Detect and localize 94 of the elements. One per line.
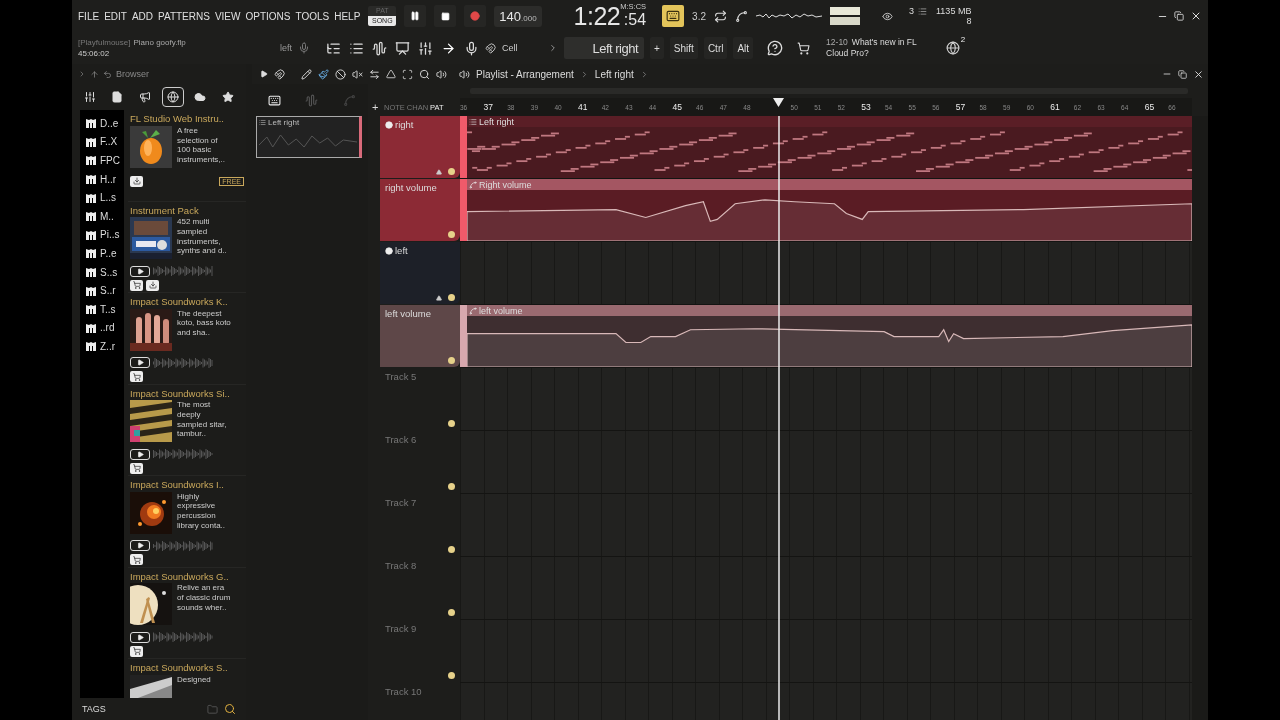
track-header[interactable]: left volume	[380, 305, 460, 367]
snap-selector[interactable]: Cell	[502, 43, 542, 53]
menu-item[interactable]: FILE	[78, 10, 100, 22]
pattern-clip-label: Left right	[268, 118, 300, 127]
automation-clip[interactable]: left volume	[460, 305, 1192, 367]
bar-number: 41	[578, 102, 588, 112]
notification-count: 2	[960, 35, 966, 44]
menu-item[interactable]: PATTERNS	[158, 10, 210, 22]
bar-number: 57	[955, 102, 966, 112]
menu-item[interactable]: VIEW	[214, 10, 241, 22]
project-file-name: Piano goofy.flp	[133, 38, 186, 47]
window-title: Playlist - Arrangement	[476, 68, 574, 80]
plugin-folder[interactable]: H..r	[100, 173, 117, 185]
pattern-selector[interactable]: Left right	[564, 37, 644, 59]
track-name: Track 6	[385, 434, 417, 445]
countdown-label[interactable]: 3.2	[692, 10, 706, 22]
plugin-folder[interactable]: M..	[100, 210, 114, 222]
plugin-folder[interactable]: Pi..s	[100, 229, 120, 241]
track-name: Track 5	[385, 371, 417, 382]
plugin-folder[interactable]: ..rd	[100, 322, 115, 334]
track-name: left	[395, 245, 408, 256]
product-description: Designed	[177, 675, 212, 686]
song-time-hundredths: :54	[623, 10, 647, 29]
clip-label: left volume	[479, 305, 523, 316]
plugin-folder[interactable]: L..s	[100, 192, 117, 204]
hint-text: left	[280, 43, 292, 53]
plugin-folder[interactable]: T..s	[100, 303, 116, 315]
menu-item[interactable]: OPTIONS	[245, 10, 291, 22]
project-author: [Playfulmouse]	[78, 38, 131, 47]
bar-number: 37	[483, 102, 494, 112]
bar-number: 61	[1050, 102, 1060, 112]
track-name: Track 8	[385, 560, 417, 571]
product-title[interactable]: Impact Soundworks S..	[130, 662, 244, 675]
cpu-reading: 3	[909, 6, 915, 16]
track-name: right volume	[385, 182, 437, 193]
product-title[interactable]: FL Studio Web Instru..	[130, 113, 244, 126]
track-name: Track 9	[385, 623, 417, 634]
menu-item[interactable]: ADD	[131, 10, 154, 22]
product-description: Highly expressive percussion library conta..	[177, 491, 227, 532]
tags-label[interactable]: TAGS	[82, 704, 106, 714]
track-header[interactable]: Track 8	[380, 557, 460, 619]
bar-number: 65	[1144, 102, 1155, 112]
product-title[interactable]: Impact Soundworks G..	[130, 570, 244, 584]
product-description: Relive an era of classic drum sounds wher..	[177, 583, 231, 614]
menu-item[interactable]: EDIT	[104, 10, 127, 22]
plugin-folder[interactable]: Z..r	[100, 340, 115, 352]
track-header[interactable]: Track 6	[380, 431, 460, 493]
modifier-key-button[interactable]: +	[650, 37, 664, 59]
product-title[interactable]: Instrument Pack	[130, 204, 244, 218]
project-time: 45:06:02	[78, 49, 111, 58]
pattern-name[interactable]: Left right	[594, 68, 634, 80]
track-name: left volume	[385, 308, 431, 319]
track-header[interactable]: right volume	[380, 179, 460, 241]
menu-item[interactable]: TOOLS	[295, 10, 330, 22]
automation-clip[interactable]: Right volume	[460, 179, 1192, 241]
track-header[interactable]: Track 9	[380, 620, 460, 682]
pattern-clip[interactable]: Left right	[256, 116, 362, 158]
song-time: 1:22	[573, 1, 621, 31]
polyphony-reading: 8	[965, 16, 972, 26]
track-header[interactable]: left	[380, 242, 460, 304]
menu-item[interactable]: HELP	[334, 10, 361, 22]
product-description: A free selection of 100 basic instruments,..	[177, 126, 226, 167]
modifier-key-button[interactable]: Ctrl	[703, 37, 728, 59]
product-description: 452 multi sampled instruments, synths and d..	[177, 217, 228, 258]
track-name: Track 10	[385, 686, 422, 697]
track-header[interactable]: Track 5	[380, 368, 460, 430]
product-description: The deepest koto, bass koto and sha..	[177, 308, 231, 340]
bar-number: 53	[861, 102, 871, 112]
memory-reading: 1135 MB	[936, 6, 972, 16]
plugin-folder[interactable]: S..s	[100, 266, 118, 278]
bar-number: 45	[672, 102, 682, 112]
plugin-folder[interactable]: FPC	[100, 155, 120, 166]
track-name: right	[395, 119, 414, 130]
modifier-key-button[interactable]: Shift	[669, 37, 698, 59]
pattern-clip[interactable]: Left right	[460, 116, 1192, 178]
track-header[interactable]: right	[380, 116, 460, 178]
news-link[interactable]: 12-10 What's new in FL Cloud Pro?	[826, 37, 927, 59]
product-title[interactable]: Impact Soundworks K..	[130, 296, 244, 309]
plugin-folder[interactable]: P..e	[100, 247, 117, 259]
track-header[interactable]: Track 10	[380, 683, 460, 720]
product-title[interactable]: Impact Soundworks Si..	[130, 387, 244, 401]
add-track-button[interactable]: +	[372, 101, 382, 113]
product-title[interactable]: Impact Soundworks I..	[130, 479, 244, 492]
track-name: Track 7	[385, 497, 417, 508]
tempo-field[interactable]: 140.000	[494, 5, 542, 27]
plugin-folder[interactable]: S..r	[100, 285, 116, 297]
track-header[interactable]: Track 7	[380, 494, 460, 556]
clip-label: Left right	[479, 116, 515, 127]
plugin-folder[interactable]: D..e	[100, 117, 119, 129]
modifier-key-button[interactable]: Alt	[733, 37, 754, 59]
browser-title: Browser	[116, 69, 149, 79]
product-description: The most deeply sampled sitar, tambur..	[177, 400, 228, 441]
clip-label: Right volume	[479, 179, 532, 190]
plugin-folder[interactable]: F..X	[100, 136, 118, 148]
